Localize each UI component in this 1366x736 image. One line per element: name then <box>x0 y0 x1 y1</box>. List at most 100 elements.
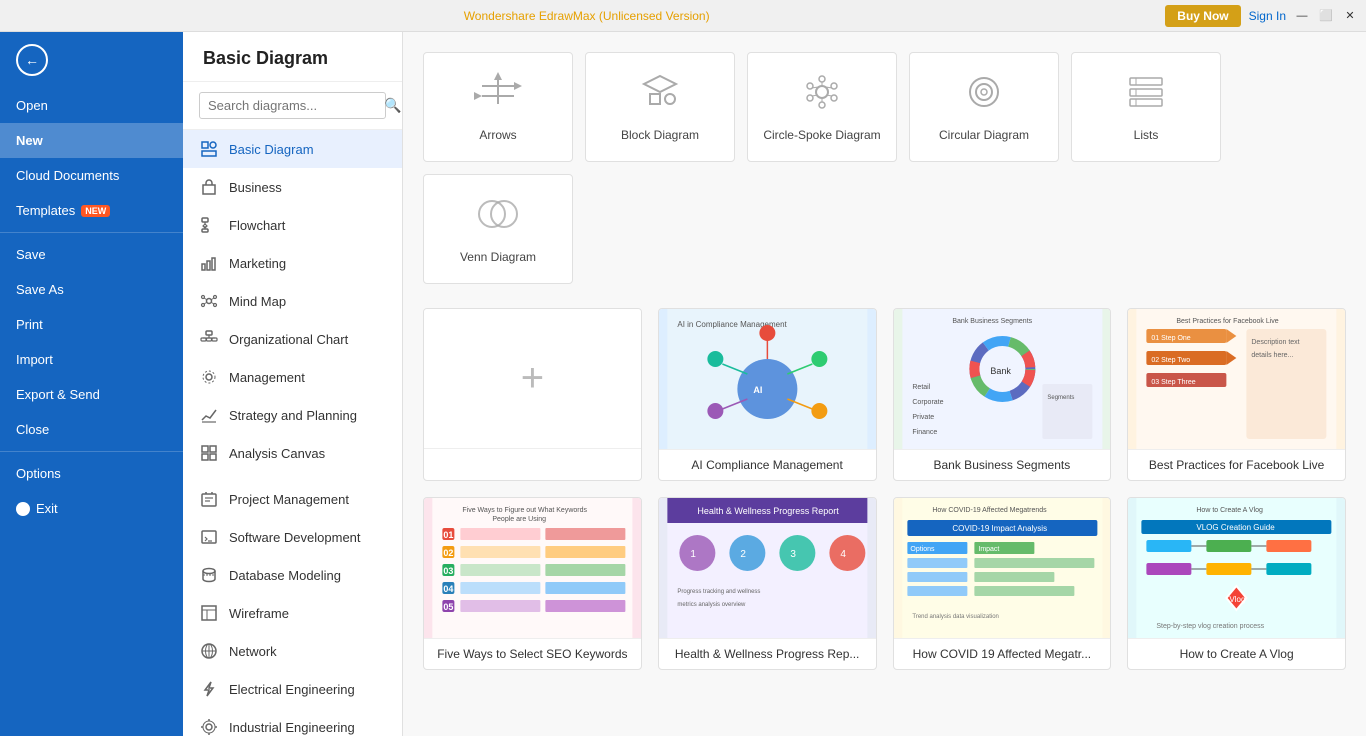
sidebar-item-save[interactable]: Save <box>0 237 183 272</box>
cat-icon-industrial <box>199 717 219 736</box>
cat-item-analysis[interactable]: Analysis Canvas <box>183 434 402 472</box>
template-health-wellness[interactable]: Health & Wellness Progress Report Health… <box>658 497 877 670</box>
svg-text:Description text: Description text <box>1252 339 1300 346</box>
diagram-type-arrows[interactable]: Arrows <box>423 52 573 162</box>
sign-in-link[interactable]: Sign In <box>1249 9 1286 23</box>
cat-item-industrial[interactable]: Industrial Engineering <box>183 708 402 736</box>
buy-now-button[interactable]: Buy Now <box>1165 5 1240 27</box>
block-label: Block Diagram <box>621 128 699 142</box>
back-button[interactable]: ← <box>0 32 183 88</box>
circular-icon <box>960 72 1008 120</box>
svg-text:Options: Options <box>910 546 935 553</box>
cat-icon-software <box>199 527 219 547</box>
svg-text:People are Using: People are Using <box>492 516 546 523</box>
svg-text:04: 04 <box>443 584 453 594</box>
template-ai-compliance[interactable]: AI in Compliance Management AI <box>658 308 877 481</box>
svg-text:How COVID-19 Affected Megatren: How COVID-19 Affected Megatrends <box>932 507 1047 514</box>
svg-text:Five Ways to Figure out What K: Five Ways to Figure out What Keywords <box>462 507 587 514</box>
sidebar-item-save-as[interactable]: Save As <box>0 272 183 307</box>
sidebar-item-open[interactable]: Open <box>0 88 183 123</box>
sidebar-item-new[interactable]: New <box>0 123 183 158</box>
circle-spoke-label: Circle-Spoke Diagram <box>763 128 880 142</box>
template-vlog[interactable]: How to Create A Vlog VLOG Creation Guide <box>1127 497 1346 670</box>
cat-item-marketing[interactable]: Marketing <box>183 244 402 282</box>
sidebar-item-export[interactable]: Export & Send <box>0 377 183 412</box>
cat-icon-marketing <box>199 253 219 273</box>
svg-text:Corporate: Corporate <box>912 399 943 406</box>
cat-item-electrical[interactable]: Electrical Engineering <box>183 670 402 708</box>
search-input-wrap[interactable]: 🔍 <box>199 92 386 119</box>
cat-icon-flowchart <box>199 215 219 235</box>
sidebar-item-templates[interactable]: Templates NEW <box>0 193 183 228</box>
sidebar-item-import[interactable]: Import <box>0 342 183 377</box>
cat-label-flowchart: Flowchart <box>229 218 285 233</box>
cat-item-business[interactable]: Business <box>183 168 402 206</box>
cat-label-industrial: Industrial Engineering <box>229 720 355 735</box>
svg-text:Retail: Retail <box>912 384 930 391</box>
svg-text:COVID-19 Impact Analysis: COVID-19 Impact Analysis <box>952 524 1047 533</box>
cat-label-wireframe: Wireframe <box>229 606 289 621</box>
cat-item-database[interactable]: Database Modeling <box>183 556 402 594</box>
diagram-type-circle-spoke[interactable]: Circle-Spoke Diagram <box>747 52 897 162</box>
template-bank-business[interactable]: Bank Business Segments Bank Retail Corpo… <box>893 308 1112 481</box>
svg-text:Best Practices for Facebook Li: Best Practices for Facebook Live <box>1177 318 1279 325</box>
titlebar: Wondershare EdrawMax (Unlicensed Version… <box>0 0 1366 32</box>
cat-label-management: Management <box>229 370 305 385</box>
svg-text:How to Create A Vlog: How to Create A Vlog <box>1197 507 1264 514</box>
sidebar-divider-2 <box>0 451 183 452</box>
minimize-button[interactable]: — <box>1294 8 1310 24</box>
sidebar-divider-1 <box>0 232 183 233</box>
cat-item-project[interactable]: Project Management <box>183 480 402 518</box>
cat-item-strategy[interactable]: Strategy and Planning <box>183 396 402 434</box>
cat-label-electrical: Electrical Engineering <box>229 682 355 697</box>
covid-preview: How COVID-19 Affected Megatrends COVID-1… <box>894 498 1111 638</box>
template-covid[interactable]: How COVID-19 Affected Megatrends COVID-1… <box>893 497 1112 670</box>
svg-text:02: 02 <box>443 548 453 558</box>
category-panel: Basic Diagram 🔍 Basic Diagram Business <box>183 32 403 736</box>
cat-item-flowchart[interactable]: Flowchart <box>183 206 402 244</box>
cat-item-orgchart[interactable]: Organizational Chart <box>183 320 402 358</box>
lists-label: Lists <box>1134 128 1159 142</box>
svg-text:01 Step One: 01 Step One <box>1152 335 1191 342</box>
svg-text:3: 3 <box>790 549 796 560</box>
seo-preview: Five Ways to Figure out What Keywords Pe… <box>424 498 641 638</box>
cat-label-business: Business <box>229 180 282 195</box>
search-input[interactable] <box>208 98 384 113</box>
new-template-preview: + <box>424 309 641 449</box>
diagram-type-venn[interactable]: Venn Diagram <box>423 174 573 284</box>
cat-item-basic[interactable]: Basic Diagram <box>183 130 402 168</box>
svg-text:03 Step Three: 03 Step Three <box>1152 379 1196 386</box>
cat-item-wireframe[interactable]: Wireframe <box>183 594 402 632</box>
cat-item-management[interactable]: Management <box>183 358 402 396</box>
cat-icon-orgchart <box>199 329 219 349</box>
cat-separator-1 <box>183 472 402 480</box>
bank-business-preview: Bank Business Segments Bank Retail Corpo… <box>894 309 1111 449</box>
cat-label-basic: Basic Diagram <box>229 142 314 157</box>
circular-label: Circular Diagram <box>939 128 1029 142</box>
sidebar-item-print[interactable]: Print <box>0 307 183 342</box>
svg-text:Progress tracking and wellness: Progress tracking and wellness <box>677 589 760 595</box>
cat-label-database: Database Modeling <box>229 568 341 583</box>
template-new-card[interactable]: + <box>423 308 642 481</box>
diagram-type-circular[interactable]: Circular Diagram <box>909 52 1059 162</box>
cat-label-strategy: Strategy and Planning <box>229 408 357 423</box>
template-facebook-live[interactable]: Best Practices for Facebook Live 01 Step… <box>1127 308 1346 481</box>
diagram-type-block[interactable]: Block Diagram <box>585 52 735 162</box>
cat-item-software[interactable]: Software Development <box>183 518 402 556</box>
cat-item-mindmap[interactable]: Mind Map <box>183 282 402 320</box>
svg-text:details here...: details here... <box>1252 352 1294 359</box>
ai-compliance-label: AI Compliance Management <box>659 449 876 480</box>
cat-item-network[interactable]: Network <box>183 632 402 670</box>
app-title-highlight: Wondershare EdrawMax <box>464 9 596 23</box>
sidebar-item-options[interactable]: Options <box>0 456 183 491</box>
app-body: ← Open New Cloud Documents Templates NEW… <box>0 32 1366 736</box>
sidebar-item-cloud[interactable]: Cloud Documents <box>0 158 183 193</box>
maximize-button[interactable]: ⬜ <box>1318 8 1334 24</box>
diagram-type-lists[interactable]: Lists <box>1071 52 1221 162</box>
template-seo-keywords[interactable]: Five Ways to Figure out What Keywords Pe… <box>423 497 642 670</box>
sidebar-item-close[interactable]: Close <box>0 412 183 447</box>
app-title-suffix: (Unlicensed Version) <box>596 9 710 23</box>
venn-label: Venn Diagram <box>460 250 536 264</box>
sidebar-item-exit[interactable]: Exit <box>0 491 183 526</box>
close-button[interactable]: ✕ <box>1342 8 1358 24</box>
